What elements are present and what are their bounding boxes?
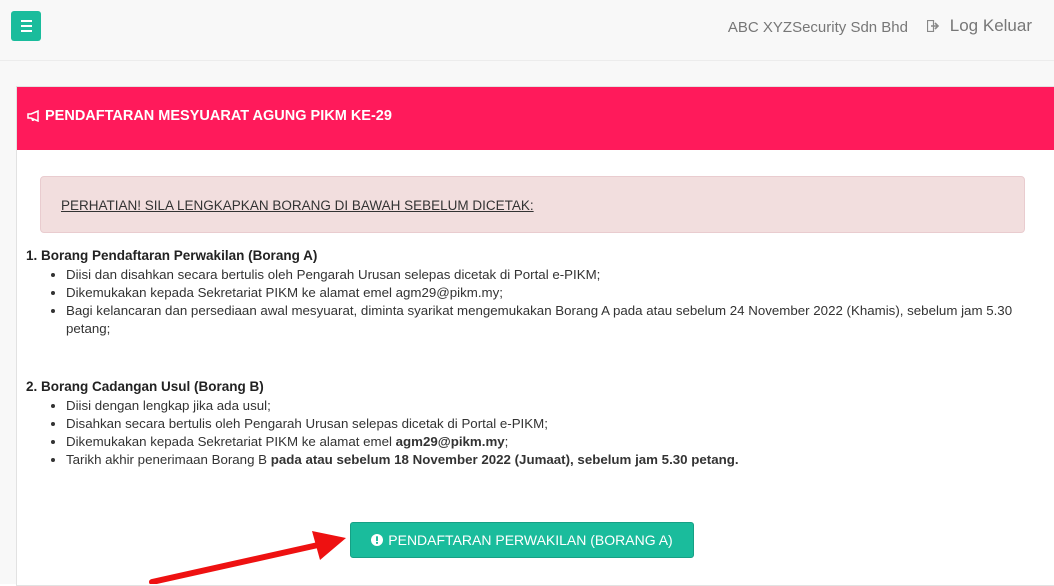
- list-item: Tarikh akhir penerimaan Borang B pada at…: [66, 451, 1026, 469]
- alert-text: PERHATIAN! SILA LENGKAPKAN BORANG DI BAW…: [61, 198, 534, 213]
- item-text: Dikemukakan kepada Sekretariat PIKM ke a…: [66, 434, 396, 449]
- list-item: Diisi dan disahkan secara bertulis oleh …: [66, 266, 1026, 284]
- logout-label: Log Keluar: [949, 16, 1032, 35]
- panel-title: PENDAFTARAN MESYUARAT AGUNG PIKM KE-29: [27, 108, 392, 124]
- list-item: Dikemukakan kepada Sekretariat PIKM ke a…: [66, 433, 1026, 451]
- panel-header: PENDAFTARAN MESYUARAT AGUNG PIKM KE-29: [17, 87, 1054, 150]
- company-name: ABC XYZSecurity Sdn Bhd: [727, 19, 908, 36]
- list-item: Disahkan secara bertulis oleh Pengarah U…: [66, 415, 1026, 433]
- email-text: agm29@pikm.my: [395, 434, 505, 449]
- list-item: Dikemukakan kepada Sekretariat PIKM ke a…: [66, 284, 1026, 302]
- section-title-borang-a: 1. Borang Pendaftaran Perwakilan (Borang…: [26, 248, 318, 263]
- bullhorn-icon: [27, 110, 39, 122]
- item-text: ;: [504, 434, 509, 449]
- panel-title-text: PENDAFTARAN MESYUARAT AGUNG PIKM KE-29: [45, 108, 392, 124]
- borang-a-list: Diisi dan disahkan secara bertulis oleh …: [26, 266, 1026, 338]
- borang-b-list: Diisi dengan lengkap jika ada usul; Disa…: [26, 397, 1026, 469]
- hamburger-icon: [20, 25, 32, 27]
- alert-box: PERHATIAN! SILA LENGKAPKAN BORANG DI BAW…: [40, 176, 1025, 233]
- menu-toggle-button[interactable]: [11, 11, 41, 41]
- list-item: Bagi kelancaran dan persediaan awal mesy…: [66, 302, 1026, 338]
- register-button-label: PENDAFTARAN PERWAKILAN (BORANG A): [388, 532, 673, 548]
- sign-out-icon: [926, 20, 939, 32]
- content-area: PENDAFTARAN MESYUARAT AGUNG PIKM KE-29 P…: [0, 61, 1054, 586]
- hamburger-icon: [20, 20, 32, 22]
- section-title-borang-b: 2. Borang Cadangan Usul (Borang B): [26, 379, 264, 394]
- hamburger-icon: [20, 30, 32, 32]
- registration-panel: PENDAFTARAN MESYUARAT AGUNG PIKM KE-29 P…: [16, 86, 1054, 586]
- deadline-text: pada atau sebelum 18 November 2022 (Juma…: [270, 452, 739, 467]
- item-text: Tarikh akhir penerimaan Borang B: [66, 452, 271, 467]
- list-item: Diisi dengan lengkap jika ada usul;: [66, 397, 1026, 415]
- exclamation-circle-icon: [371, 534, 384, 546]
- logout-link[interactable]: Log Keluar: [926, 16, 1032, 36]
- register-representative-button[interactable]: PENDAFTARAN PERWAKILAN (BORANG A): [350, 522, 694, 558]
- top-navbar: ABC XYZSecurity Sdn Bhd Log Keluar: [0, 0, 1054, 61]
